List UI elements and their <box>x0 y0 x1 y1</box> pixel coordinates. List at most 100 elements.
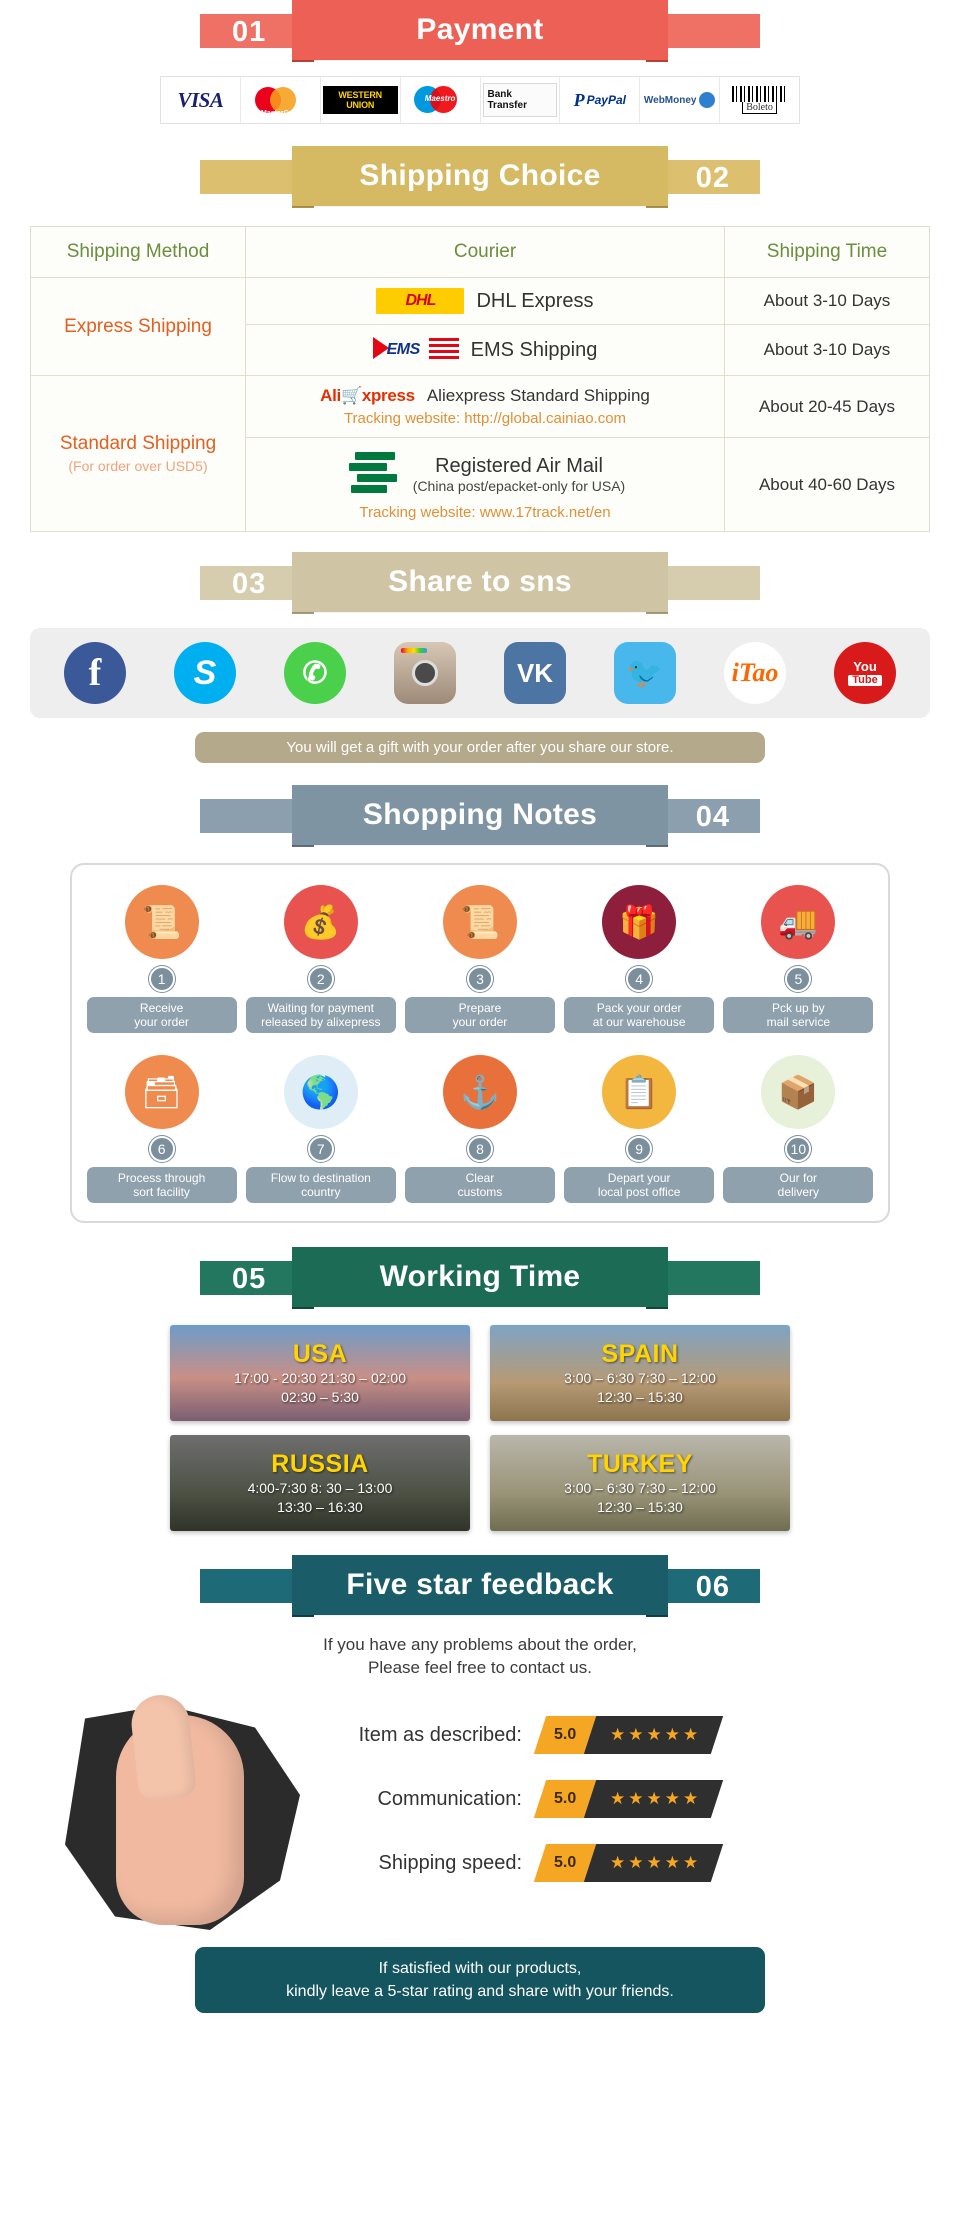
country-name: RUSSIA <box>271 1449 369 1478</box>
maestro-icon: Maestro <box>414 85 466 115</box>
step-number: 9 <box>626 1136 653 1162</box>
rating-badge: 5.0 ★★★★★ <box>533 1844 724 1882</box>
method-name: Express Shipping <box>64 315 212 337</box>
step-number: 2 <box>307 966 334 992</box>
rating-label: Item as described: <box>358 1723 522 1746</box>
rating-stars: ★★★★★ <box>610 1853 702 1872</box>
note-step-2: 💰 2 Waiting for payment released by alixe… <box>245 885 396 1033</box>
table-row: Standard Shipping (For order over USD5) … <box>30 375 930 532</box>
youtube-you: You <box>853 659 877 674</box>
rating-badge: 5.0 ★★★★★ <box>533 1716 724 1754</box>
visa-icon: VISA <box>177 87 224 112</box>
step-number: 5 <box>785 966 812 992</box>
working-time-card-spain: SPAIN 3:00 – 6:30 7:30 – 12:00 12:30 – 15… <box>490 1325 790 1421</box>
product-description-page: 01 Payment VISA MasterCard WESTERN UNION… <box>0 0 960 2023</box>
cell-method-express: Express Shipping <box>30 277 246 376</box>
column-header-time: Shipping Time <box>724 226 930 278</box>
youtube-icon[interactable]: You Tube <box>834 642 896 704</box>
country-name: TURKEY <box>587 1449 693 1478</box>
working-time-grid: USA 17:00 - 20:30 21:30 – 02:00 02:30 – 5… <box>170 1325 790 1531</box>
rating-score: 5.0 <box>554 1726 577 1743</box>
whatsapp-icon[interactable]: ✆ <box>284 642 346 704</box>
table-row: Express Shipping DHL DHL Express About 3… <box>30 277 930 376</box>
working-time-card-russia: RUSSIA 4:00-7:30 8: 30 – 13:00 13:30 – 16… <box>170 1435 470 1531</box>
step-label: Depart your local post office <box>564 1167 715 1203</box>
country-hours: 17:00 - 20:30 21:30 – 02:00 02:30 – 5:30 <box>233 1369 407 1405</box>
step-label: Process through sort facility <box>86 1167 237 1203</box>
note-step-8: ⚓ 8 Clear customs <box>404 1055 555 1203</box>
rating-badge: 5.0 ★★★★★ <box>533 1780 724 1818</box>
parcel-icon: 📦 <box>761 1055 836 1129</box>
country-hours: 3:00 – 6:30 7:30 – 12:00 12:30 – 15:30 <box>564 1369 716 1405</box>
section-number-payment: 01 <box>232 16 267 48</box>
mail-truck-icon: 🚚 <box>761 885 836 959</box>
gift-note: You will get a gift with your order afte… <box>195 732 765 763</box>
courier-name: EMS Shipping <box>470 338 598 361</box>
country-name: USA <box>292 1339 348 1368</box>
payment-method-paypal: P PayPal <box>560 77 641 123</box>
rating-score: 5.0 <box>554 1790 577 1807</box>
rating-stars-wrap: ★★★★★ <box>584 1780 724 1818</box>
tracking-website[interactable]: Tracking website: www.17track.net/en <box>254 504 716 521</box>
step-label: Clear customs <box>404 1167 555 1203</box>
aliexpress-logo: Ali🛒xpress <box>320 386 415 405</box>
document-icon: 📜 <box>442 885 517 959</box>
vk-icon[interactable]: VK <box>504 642 566 704</box>
itao-icon[interactable]: iTao <box>724 642 786 704</box>
cell-courier-airmail: Registered Air Mail (China post/epacket-… <box>245 437 725 532</box>
courier-name: DHL Express <box>476 289 594 312</box>
ems-logo: EMS <box>372 335 459 365</box>
paypal-label: PayPal <box>586 93 626 107</box>
section-number-share: 03 <box>232 568 267 600</box>
ribbon-center: Shopping Notes <box>292 785 668 845</box>
section-title-notes: Shopping Notes <box>362 798 598 831</box>
note-step-3: 📜 3 Prepare your order <box>404 885 555 1033</box>
ribbon-center: Shipping Choice <box>292 146 668 206</box>
payment-method-bank-transfer: Bank Transfer <box>481 77 561 123</box>
working-time-card-usa: USA 17:00 - 20:30 21:30 – 02:00 02:30 – 5… <box>170 1325 470 1421</box>
maestro-label: Maestro <box>424 94 456 103</box>
step-number: 8 <box>466 1136 493 1162</box>
payment-method-maestro: Maestro <box>401 77 481 123</box>
note-step-6: 🗃 6 Process through sort facility <box>86 1055 237 1203</box>
step-label: Receive your order <box>86 997 237 1033</box>
shopping-notes-box: 📜 1 Receive your order 💰 2 Waiting for pa… <box>70 863 890 1223</box>
facebook-icon[interactable]: f <box>64 642 126 704</box>
instagram-icon[interactable] <box>394 642 456 704</box>
section-number-shipping: 02 <box>695 162 730 194</box>
skype-icon[interactable]: S <box>174 642 236 704</box>
tracking-website[interactable]: Tracking website: http://global.cainiao.… <box>254 410 716 427</box>
ribbon-center: Share to sns <box>292 552 668 612</box>
instagram-rainbow <box>401 648 427 653</box>
step-label: Waiting for payment released by alixepres… <box>245 997 396 1033</box>
section-title-share: Share to sns <box>388 565 572 598</box>
rating-label: Communication: <box>377 1787 522 1810</box>
rating-row-shipping-speed: Shipping speed: 5.0 ★★★★★ <box>330 1844 930 1882</box>
document-icon: 📜 <box>124 885 199 959</box>
payment-method-western-union: WESTERN UNION <box>321 77 401 123</box>
step-label: Flow to destination country <box>245 1167 396 1203</box>
rating-row-communication: Communication: 5.0 ★★★★★ <box>330 1780 930 1818</box>
twitter-icon[interactable]: 🐦 <box>614 642 676 704</box>
column-header-method: Shipping Method <box>30 226 246 278</box>
ribbon-center: Five star feedback <box>292 1555 668 1615</box>
anchor-icon: ⚓ <box>442 1055 517 1129</box>
step-number: 7 <box>307 1136 334 1162</box>
note-step-5: 🚚 5 Pck up by mail service <box>723 885 874 1033</box>
dhl-logo: DHL <box>376 288 465 314</box>
step-label: Pck up by mail service <box>723 997 874 1033</box>
paypal-p-glyph: P <box>573 89 585 110</box>
cell-time: About 20-45 Days <box>724 375 930 438</box>
feedback-main: Item as described: 5.0 ★★★★★ Communicati… <box>30 1687 930 1937</box>
instagram-lens <box>412 660 438 686</box>
payment-method-boleto: Boleto <box>720 77 799 123</box>
column-header-courier: Courier <box>245 226 725 278</box>
mastercard-label: MasterCard <box>261 110 300 117</box>
country-name: SPAIN <box>601 1339 679 1368</box>
section-header-notes: Shopping Notes 04 <box>200 785 760 847</box>
courier-name: Aliexpress Standard Shipping <box>426 386 650 405</box>
section-title-working: Working Time <box>379 1260 581 1293</box>
cell-courier-dhl: DHL DHL Express <box>245 277 725 325</box>
note-step-4: 🎁 4 Pack your order at our warehouse <box>564 885 715 1033</box>
step-label: Pack your order at our warehouse <box>564 997 715 1033</box>
